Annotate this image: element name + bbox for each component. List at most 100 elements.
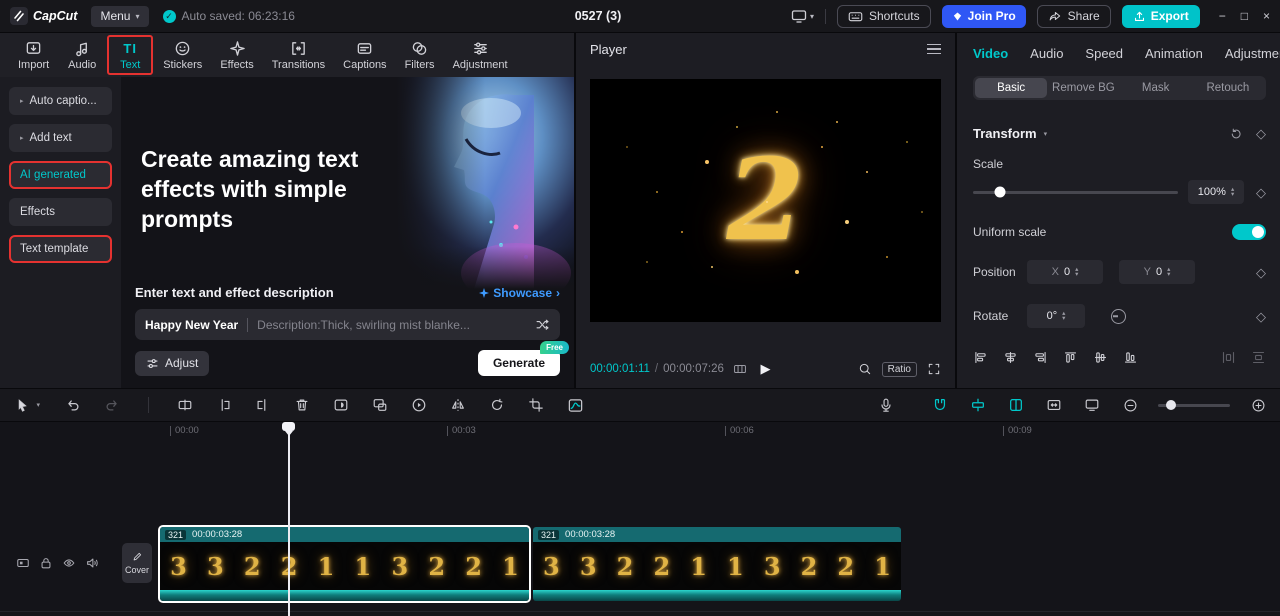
menu-button[interactable]: Menu ▾ (91, 5, 149, 27)
playhead[interactable] (288, 422, 290, 616)
stepper[interactable]: ▴ ▾ (1231, 186, 1234, 198)
tab-captions[interactable]: Captions (335, 35, 394, 75)
join-pro-button[interactable]: Join Pro (941, 4, 1026, 28)
subtab-remove-bg[interactable]: Remove BG (1047, 78, 1119, 98)
tab-filters[interactable]: Filters (397, 35, 443, 75)
eye-icon[interactable] (62, 556, 76, 570)
tab-adjustment-props[interactable]: Adjustment (1225, 46, 1280, 61)
tab-transitions[interactable]: Transitions (264, 35, 333, 75)
stepper[interactable]: ▴ ▾ (1062, 310, 1065, 322)
stepper[interactable]: ▴ ▾ (1167, 266, 1170, 278)
mask-button[interactable] (331, 395, 351, 415)
tab-speed[interactable]: Speed (1085, 46, 1123, 61)
keyframe-diamond-icon[interactable]: ◇ (1256, 310, 1266, 323)
export-button[interactable]: Export (1121, 4, 1200, 28)
scale-slider[interactable] (973, 186, 1178, 198)
undo-button[interactable] (63, 395, 83, 415)
close-button[interactable]: × (1263, 9, 1270, 23)
distribute-horizontal-icon[interactable] (1221, 350, 1236, 365)
frame-view-icon[interactable] (733, 362, 747, 376)
tab-animation[interactable]: Animation (1145, 46, 1203, 61)
zoom-in-button[interactable] (1248, 395, 1268, 415)
sidebar-item-ai-generated[interactable]: AI generated (9, 161, 112, 189)
align-left-icon[interactable] (973, 350, 988, 365)
tab-effects[interactable]: Effects (212, 35, 261, 75)
record-voiceover-button[interactable] (876, 395, 896, 415)
prompt-input[interactable]: Happy New Year Description:Thick, swirli… (135, 309, 560, 340)
auto-snap-toggle[interactable] (968, 395, 988, 415)
sidebar-item-effects[interactable]: Effects (9, 198, 112, 226)
rotate-knob[interactable] (1111, 308, 1126, 324)
position-x-field[interactable]: X 0 ▴ ▾ (1027, 260, 1103, 284)
align-top-icon[interactable] (1063, 350, 1078, 365)
timeline-clip-2[interactable]: 321 00:00:03:28 3322113221 (533, 527, 901, 601)
magnet-snap-toggle[interactable] (930, 395, 950, 415)
tab-adjustment[interactable]: Adjustment (445, 35, 516, 75)
select-tool-button[interactable]: ▾ (12, 395, 40, 415)
share-button[interactable]: Share (1036, 4, 1111, 28)
split-view-button[interactable] (1044, 395, 1064, 415)
reset-icon[interactable] (1229, 127, 1243, 141)
trim-right-button[interactable] (253, 395, 273, 415)
overlay-pip-button[interactable] (370, 395, 390, 415)
linkage-toggle[interactable] (1006, 395, 1026, 415)
crop-button[interactable] (526, 395, 546, 415)
preview-zoom-icon[interactable] (858, 362, 872, 376)
subtab-retouch[interactable]: Retouch (1192, 78, 1264, 98)
rotate-tool-button[interactable] (487, 395, 507, 415)
timeline-zoom-slider[interactable] (1158, 400, 1230, 410)
showcase-link[interactable]: Showcase › (479, 286, 560, 300)
align-bottom-icon[interactable] (1123, 350, 1138, 365)
sidebar-item-add-text[interactable]: ▸ Add text (9, 124, 112, 152)
uniform-scale-toggle[interactable] (1232, 224, 1266, 240)
redo-button[interactable] (102, 395, 122, 415)
display-mode-button[interactable]: ▾ (791, 8, 814, 24)
zoom-out-button[interactable] (1120, 395, 1140, 415)
subtab-mask[interactable]: Mask (1120, 78, 1192, 98)
speaker-icon[interactable] (85, 556, 99, 570)
tab-text[interactable]: TI Text (107, 35, 154, 75)
position-y-field[interactable]: Y 0 ▴ ▾ (1119, 260, 1195, 284)
sidebar-item-text-template[interactable]: Text template (9, 235, 112, 263)
lock-icon[interactable] (39, 556, 53, 570)
rotate-value-field[interactable]: 0° ▴ ▾ (1027, 304, 1085, 328)
fullscreen-icon[interactable] (927, 362, 941, 376)
slider-thumb[interactable] (994, 186, 1006, 198)
align-right-icon[interactable] (1033, 350, 1048, 365)
video-preview[interactable]: 2 (590, 79, 941, 322)
keyframe-diamond-icon[interactable]: ◇ (1256, 186, 1266, 199)
timeline[interactable]: 00:00 00:03 00:06 00:09 Cover 321 00:00:… (0, 422, 1280, 616)
distribute-vertical-icon[interactable] (1251, 350, 1266, 365)
trim-left-button[interactable] (214, 395, 234, 415)
zoom-slider-thumb[interactable] (1165, 400, 1176, 410)
keyframe-diamond-icon[interactable]: ◇ (1256, 127, 1266, 140)
shuffle-icon[interactable] (535, 317, 550, 332)
align-center-horizontal-icon[interactable] (1003, 350, 1018, 365)
tab-stickers[interactable]: Stickers (155, 35, 210, 75)
minimize-button[interactable]: − (1219, 9, 1226, 23)
sidebar-item-auto-captions[interactable]: ▸ Auto captio... (9, 87, 112, 115)
maximize-button[interactable]: □ (1241, 9, 1248, 23)
scale-value-field[interactable]: 100% ▴ ▾ (1188, 180, 1244, 204)
speed-button[interactable] (409, 395, 429, 415)
playhead-handle[interactable] (282, 422, 295, 431)
ratio-button[interactable]: Ratio (881, 361, 917, 377)
collapse-caret-icon[interactable]: ▾ (1044, 130, 1048, 138)
keyframe-diamond-icon[interactable]: ◇ (1256, 266, 1266, 279)
align-middle-vertical-icon[interactable] (1093, 350, 1108, 365)
shortcuts-button[interactable]: Shortcuts (836, 4, 931, 28)
tab-video[interactable]: Video (973, 46, 1008, 61)
play-button[interactable]: ▶ (761, 361, 771, 377)
track-thumbnail-icon[interactable] (16, 556, 30, 570)
cover-button[interactable]: Cover (122, 543, 152, 583)
stepper[interactable]: ▴ ▾ (1075, 266, 1078, 278)
preview-axis-button[interactable] (1082, 395, 1102, 415)
adjust-button[interactable]: Adjust (135, 350, 210, 376)
tab-import[interactable]: Import (10, 35, 57, 75)
split-button[interactable] (175, 395, 195, 415)
delete-button[interactable] (292, 395, 312, 415)
tab-audio[interactable]: Audio (59, 35, 105, 75)
mirror-button[interactable] (448, 395, 468, 415)
timeline-clip-1[interactable]: 321 00:00:03:28 3322113221 (160, 527, 529, 601)
keyframe-curve-button[interactable] (565, 395, 585, 415)
